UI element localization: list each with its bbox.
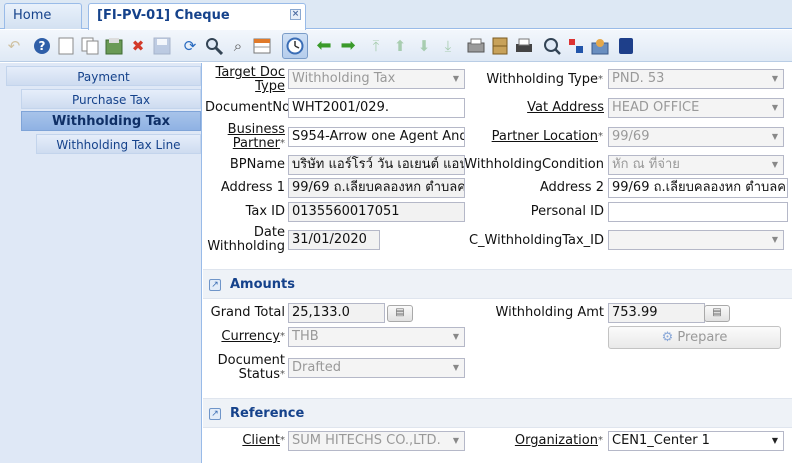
undo-icon[interactable]: ↶ (4, 36, 24, 56)
bp-name-label: BPName (229, 157, 285, 172)
left-navigation: Payment Purchase Tax Withholding Tax Wit… (0, 63, 202, 463)
amounts-section-title: Amounts (230, 277, 295, 292)
parent-icon[interactable]: ⬆ (390, 36, 410, 56)
calculator-icon: ▤ (712, 307, 722, 318)
partner-location-label: Partner Location* (491, 129, 603, 144)
personal-id-label: Personal ID (530, 204, 604, 219)
address2-label: Address 2 (539, 180, 604, 195)
withholding-condition-select[interactable]: หัก ณ ที่จ่าย (608, 155, 784, 175)
report-icon[interactable] (466, 36, 486, 56)
product-info-icon[interactable] (590, 36, 610, 56)
document-status-label: Document Status* (217, 353, 285, 382)
new-record-icon[interactable] (56, 36, 76, 56)
client-select[interactable]: SUM HITECHS CO.,LTD. (288, 431, 465, 451)
nav-item-withholding-tax[interactable]: Withholding Tax (21, 111, 201, 131)
close-icon[interactable]: × (290, 9, 301, 20)
gear-icon: ⚙ (661, 330, 674, 345)
client-label: Client* (242, 433, 285, 448)
tab-home[interactable]: Home (2) (4, 3, 82, 47)
tax-id-label: Tax ID (245, 204, 285, 219)
attachment-icon[interactable]: ⌕ (228, 36, 248, 56)
main-form: Target Doc Type Withholding Tax Withhold… (203, 63, 792, 463)
currency-select[interactable]: THB (288, 327, 465, 347)
svg-text:?: ? (39, 39, 46, 53)
first-record-icon[interactable]: ⤒ (366, 36, 386, 56)
zoom-across-icon[interactable] (542, 36, 562, 56)
address2-input[interactable]: 99/69 ถ.เลียบคลองหก ตำบลคลองหก (608, 178, 788, 198)
date-withholding-input[interactable]: 31/01/2020 (288, 230, 380, 250)
delete-icon[interactable]: ✖ (128, 36, 148, 56)
print-icon[interactable] (514, 36, 534, 56)
find-icon[interactable] (204, 36, 224, 56)
copy-record-icon[interactable] (80, 36, 100, 56)
bp-name-input[interactable]: บริษัท แอร์โรว์ วัน เอเยนต์ แอนด์ เซอร์ว… (288, 155, 465, 175)
withholding-amt-label: Withholding Amt (495, 305, 604, 320)
toolbar: ↶ ? ✖ ⟳ ⌕ ⬅ ➡ ⤒ ⬆ ⬇ ⤓ (0, 30, 792, 62)
detail-icon[interactable]: ⬇ (414, 36, 434, 56)
grid-toggle-icon[interactable] (252, 36, 272, 56)
document-status-select[interactable]: Drafted (288, 358, 465, 378)
vat-address-select[interactable]: HEAD OFFICE (608, 98, 784, 118)
tax-id-input[interactable]: 0135560017051 (288, 202, 465, 222)
nav-item-withholding-tax-line[interactable]: Withholding Tax Line (36, 134, 201, 154)
target-doc-type-label: Target Doc Type (215, 65, 285, 94)
nav-item-purchase-tax[interactable]: Purchase Tax (21, 89, 201, 109)
next-icon[interactable]: ➡ (338, 36, 358, 56)
date-withholding-label: Date Withholding (207, 225, 285, 254)
business-partner-input[interactable]: S954-Arrow one Agent And Service Co.,Ltd… (288, 127, 465, 147)
grand-total-input[interactable]: 25,133.0 (288, 303, 385, 323)
calculator-button[interactable]: ▤ (704, 305, 730, 322)
last-record-icon[interactable]: ⤓ (438, 36, 458, 56)
save-new-icon[interactable] (104, 36, 124, 56)
tab-cheque-payment[interactable]: [FI-PV-01] Cheque Payment × (88, 3, 306, 47)
c-withholdingtax-id-select[interactable] (608, 230, 784, 250)
workflow-icon[interactable] (616, 36, 636, 56)
prepare-button-label: Prepare (677, 330, 728, 345)
calculator-button[interactable]: ▤ (387, 305, 413, 322)
organization-select[interactable]: CEN1_Center 1 (608, 431, 784, 451)
address1-input[interactable]: 99/69 ถ.เลียบคลองหก ตำบลคลองหก (288, 178, 465, 198)
business-partner-label: Business Partner* (227, 122, 285, 151)
collapse-icon[interactable]: ↗ (209, 408, 221, 420)
withholding-type-label: Withholding Type* (486, 72, 603, 87)
prepare-button[interactable]: ⚙ Prepare (608, 326, 781, 349)
help-icon[interactable]: ? (32, 36, 52, 56)
vat-address-label: Vat Address (527, 100, 604, 115)
target-doc-type-select[interactable]: Withholding Tax (288, 69, 465, 89)
personal-id-input[interactable] (608, 202, 788, 222)
archive-icon[interactable] (490, 36, 510, 56)
refresh-icon[interactable]: ⟳ (180, 36, 200, 56)
withholding-condition-label: WithholdingCondition (464, 157, 604, 172)
organization-label: Organization* (514, 433, 603, 448)
request-icon[interactable] (566, 36, 586, 56)
previous-icon[interactable]: ⬅ (314, 36, 334, 56)
reference-section-title: Reference (230, 406, 305, 421)
save-icon[interactable] (152, 36, 172, 56)
reference-section-header[interactable]: ↗ Reference (203, 398, 792, 428)
withholding-type-select[interactable]: PND. 53 (608, 69, 784, 89)
calculator-icon: ▤ (395, 307, 405, 318)
partner-location-select[interactable]: 99/69 (608, 127, 784, 147)
amounts-section-header[interactable]: ↗ Amounts (203, 269, 792, 299)
collapse-icon[interactable]: ↗ (209, 279, 221, 291)
currency-label: Currency* (221, 329, 285, 344)
history-icon[interactable] (282, 33, 308, 59)
grand-total-label: Grand Total (210, 305, 285, 320)
tab-bar: Home (2) [FI-PV-01] Cheque Payment × (0, 0, 792, 47)
address1-label: Address 1 (220, 180, 285, 195)
withholding-amt-input[interactable]: 753.99 (608, 303, 705, 323)
document-no-input[interactable]: WHT2001/029. (288, 98, 465, 118)
nav-item-payment[interactable]: Payment (6, 66, 201, 86)
c-withholdingtax-id-label: C_WithholdingTax_ID (468, 233, 604, 248)
document-no-label: DocumentNo (205, 100, 291, 115)
